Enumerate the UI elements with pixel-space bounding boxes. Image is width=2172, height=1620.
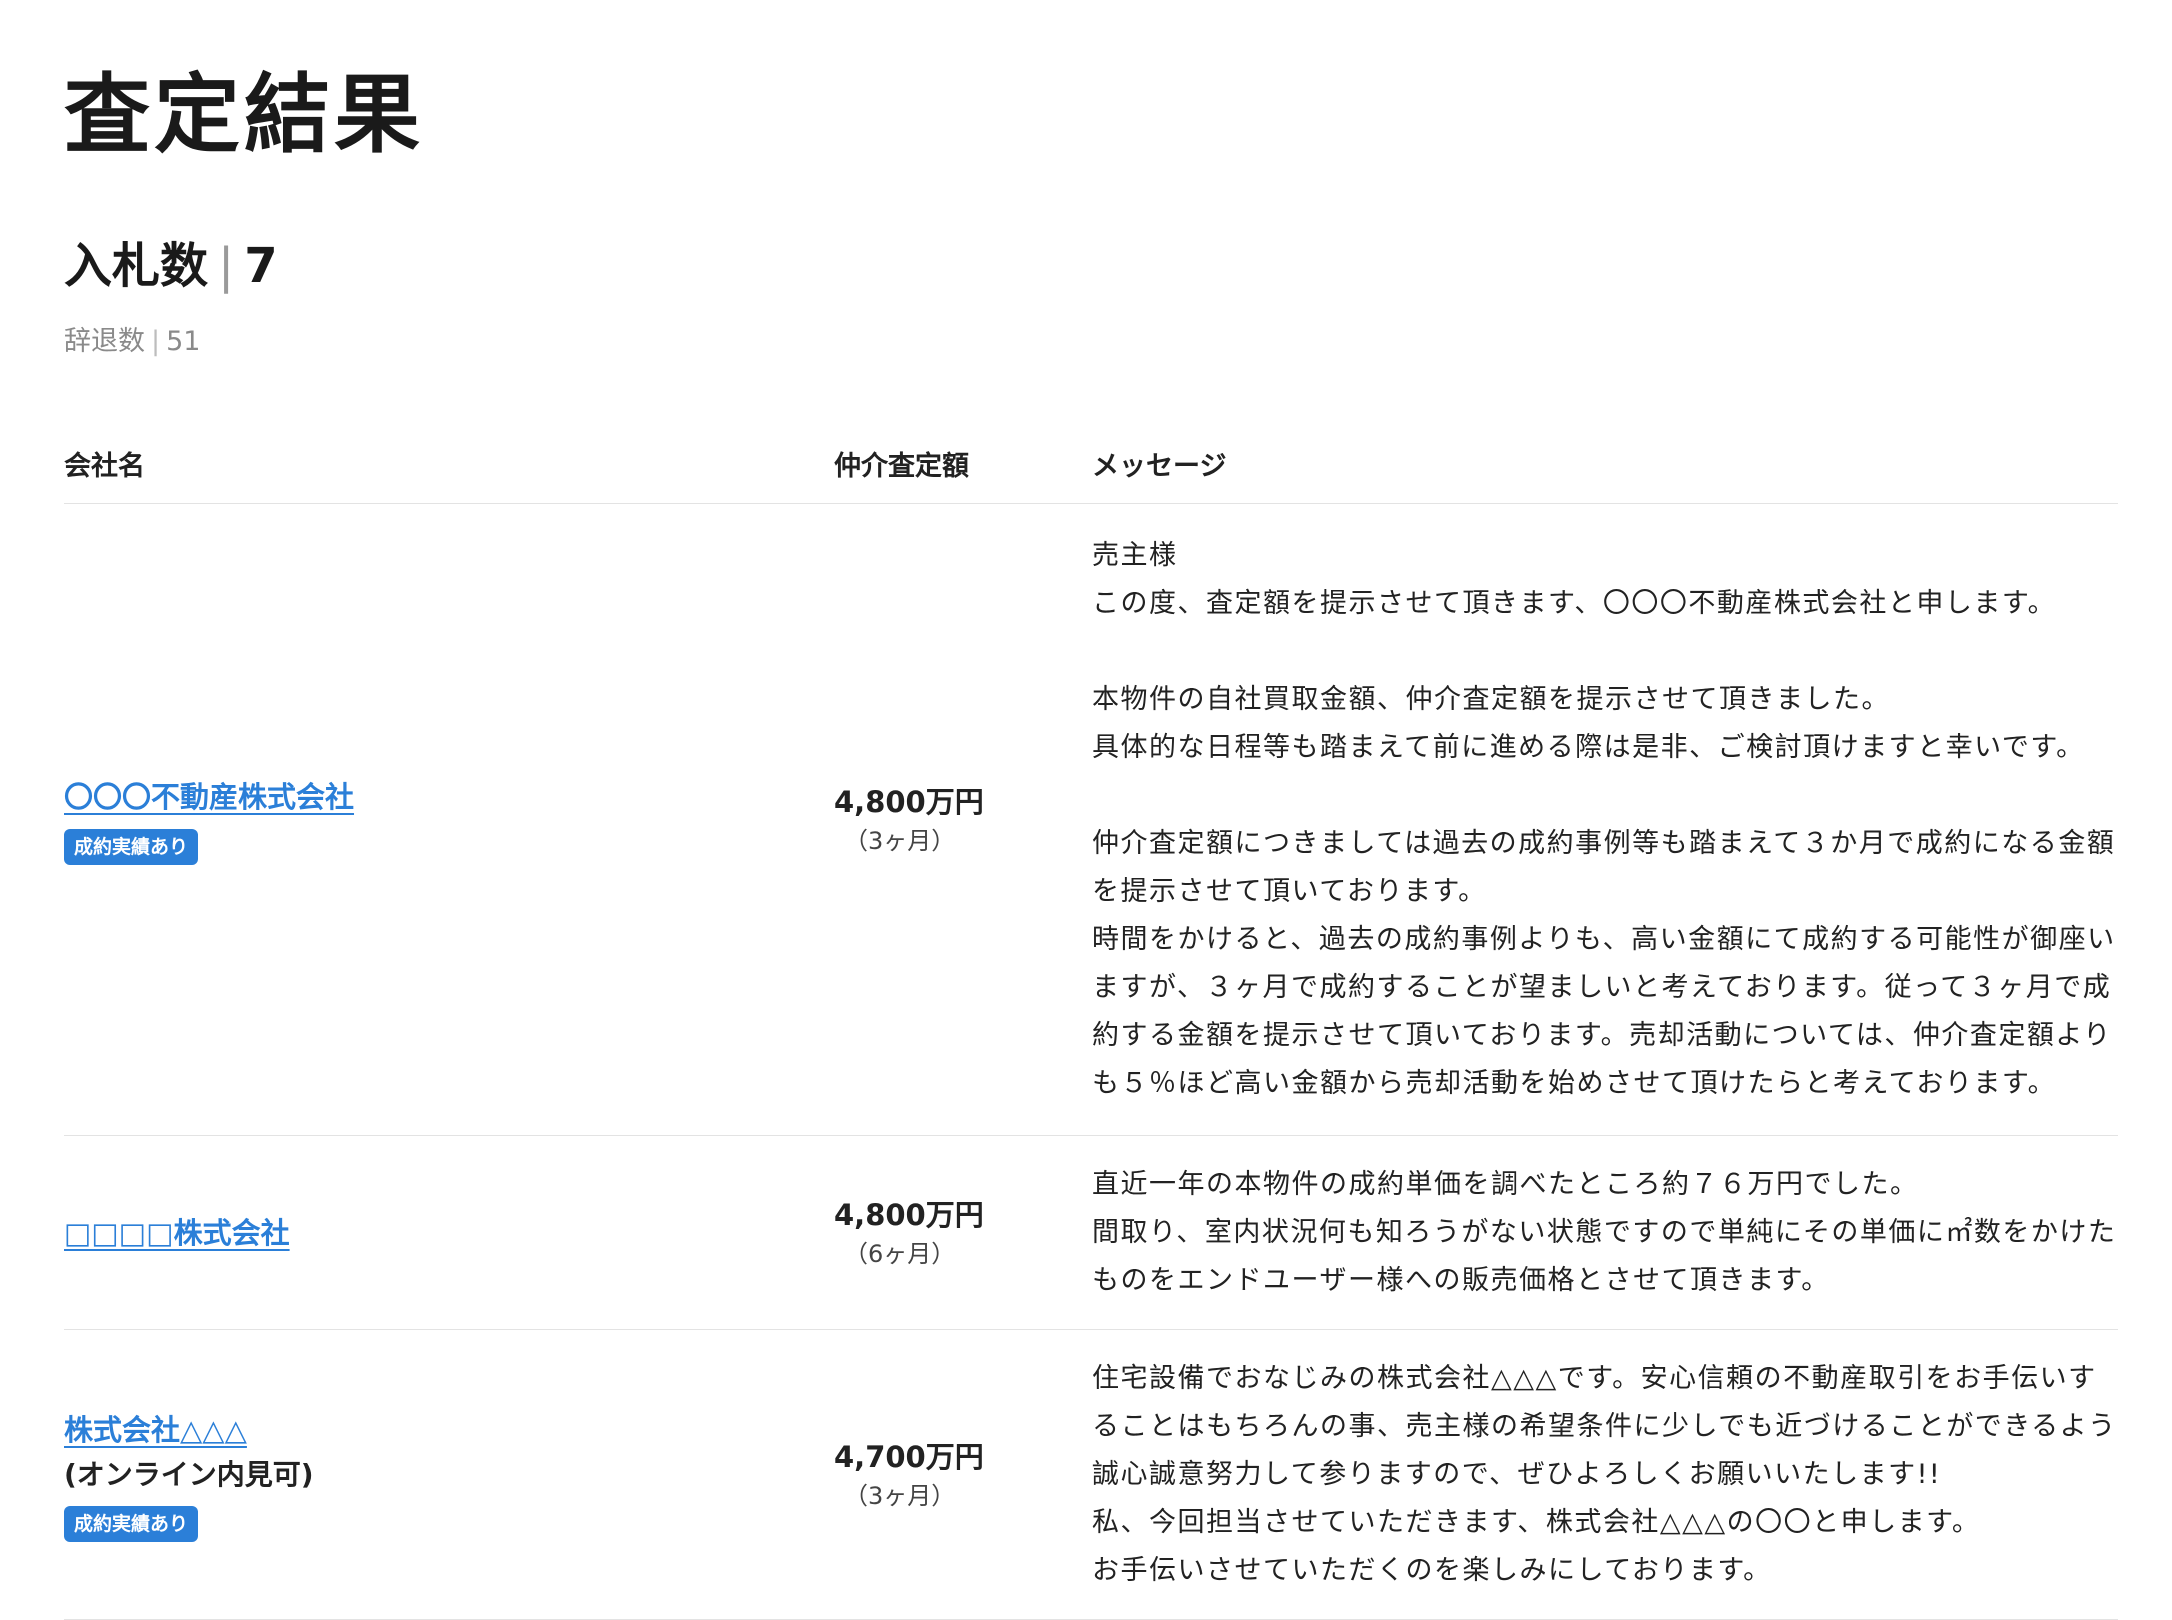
bid-count: 入札数 | 7 — [64, 236, 278, 296]
company-cell: 〇〇〇不動産株式会社 成約実績あり — [64, 775, 834, 865]
message-cell: 住宅設備でおなじみの株式会社△△△です。安心信頼の不動産取引をお手伝いす ること… — [1092, 1362, 2117, 1586]
decline-count: 辞退数 | 51 — [64, 322, 200, 362]
decline-count-value: 51 — [166, 326, 201, 357]
decline-count-label: 辞退数 — [64, 326, 145, 357]
table-header: 会社名 仲介査定額 メッセージ — [64, 424, 2118, 504]
price-cell: 4,800万円 （6ヶ月） — [834, 1194, 1092, 1272]
bid-count-label: 入札数 — [64, 238, 209, 294]
bid-count-value: 7 — [244, 238, 278, 294]
assessment-price: 4,800万円 — [834, 1197, 984, 1232]
track-record-badge: 成約実績あり — [64, 1505, 199, 1542]
price-cell: 4,700万円 （3ヶ月） — [834, 1436, 1092, 1514]
message-cell: 直近一年の本物件の成約単価を調べたところ約７６万円でした。 間取り、室内状況何も… — [1092, 1168, 2117, 1296]
price-cell: 4,800万円 （3ヶ月） — [834, 781, 1092, 859]
sale-period: （6ヶ月） — [844, 1239, 956, 1268]
sale-period: （3ヶ月） — [844, 1481, 956, 1510]
assessment-price: 4,800万円 — [834, 784, 984, 819]
assessment-price: 4,700万円 — [834, 1439, 984, 1474]
company-link[interactable]: 〇〇〇不動産株式会社 — [64, 775, 354, 819]
company-cell: 株式会社△△△ (オンライン内見可) 成約実績あり — [64, 1408, 834, 1542]
assessment-results-page: 査定結果 入札数 | 7 辞退数 | 51 会社名 仲介査定額 メッセージ 〇〇〇不動産… — [0, 0, 2172, 1620]
company-cell: □□□□株式会社 — [64, 1211, 834, 1255]
separator: | — [151, 326, 161, 357]
page-title: 査定結果 — [64, 65, 424, 165]
header-company: 会社名 — [64, 451, 145, 482]
separator: | — [218, 238, 235, 294]
message-cell: 売主様 この度、査定額を提示させて頂きます、〇〇〇不動産株式会社と申します。 本… — [1092, 539, 2116, 1099]
table-row: 株式会社△△△ (オンライン内見可) 成約実績あり 4,700万円 （3ヶ月） … — [64, 1330, 2118, 1620]
online-viewing-note: (オンライン内見可) — [64, 1457, 314, 1491]
bids-table: 会社名 仲介査定額 メッセージ 〇〇〇不動産株式会社 成約実績あり 4,800万… — [64, 424, 2118, 1620]
header-message: メッセージ — [1092, 451, 1227, 482]
company-link[interactable]: □□□□株式会社 — [64, 1211, 290, 1255]
company-link[interactable]: 株式会社△△△ — [64, 1408, 247, 1452]
table-row: 〇〇〇不動産株式会社 成約実績あり 4,800万円 （3ヶ月） 売主様 この度、… — [64, 504, 2118, 1136]
track-record-badge: 成約実績あり — [64, 828, 199, 865]
table-row: □□□□株式会社 4,800万円 （6ヶ月） 直近一年の本物件の成約単価を調べた… — [64, 1136, 2118, 1330]
header-price: 仲介査定額 — [834, 451, 969, 482]
sale-period: （3ヶ月） — [844, 826, 956, 855]
